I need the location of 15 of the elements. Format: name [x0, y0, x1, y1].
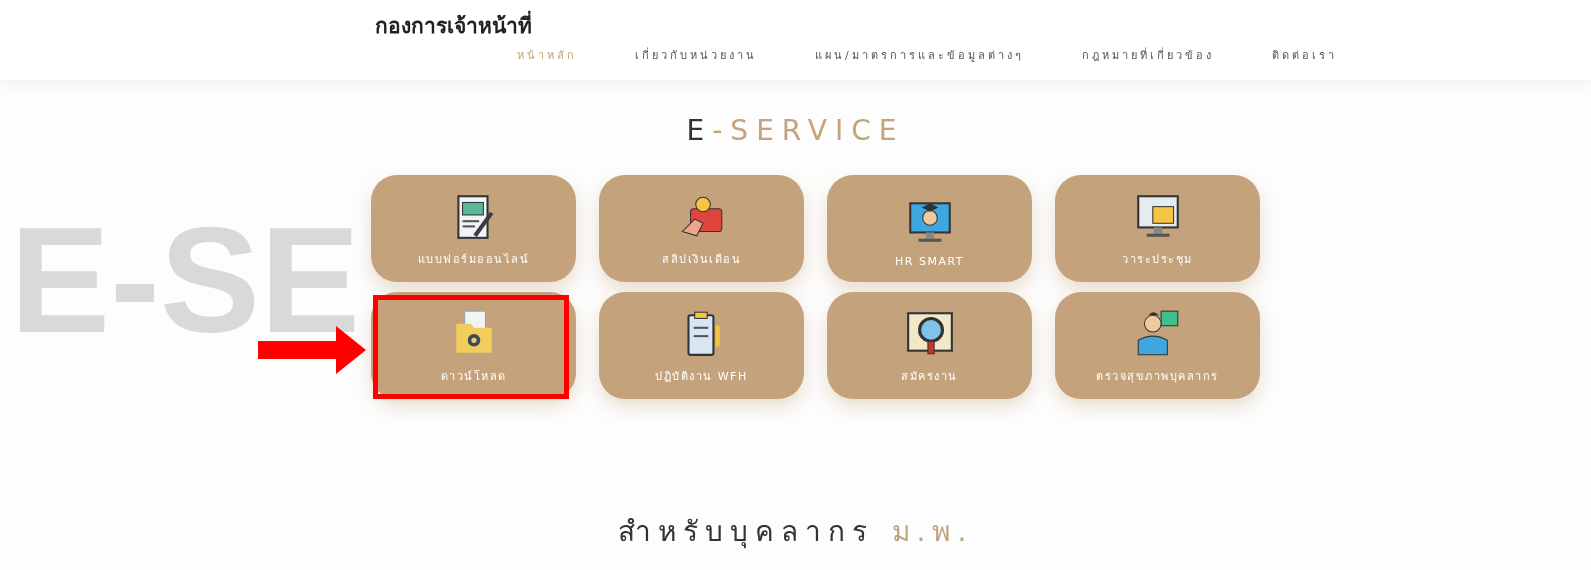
- service-tile[interactable]: ตรวจสุขภาพบุคลากร: [1055, 292, 1260, 399]
- nav-link[interactable]: หน้าหลัก: [517, 46, 577, 64]
- service-tile[interactable]: สมัครงาน: [827, 292, 1032, 399]
- site-title: กองการเจ้าหน้าที่: [375, 12, 1591, 40]
- nav-link[interactable]: ติดต่อเรา: [1271, 46, 1337, 64]
- service-tile[interactable]: แบบฟอร์มออนไลน์: [371, 175, 576, 282]
- nav-link[interactable]: แผน/มาตรการและข้อมูลต่างๆ: [815, 46, 1024, 64]
- service-tile[interactable]: ปฏิบัติงาน WFH: [599, 292, 804, 399]
- nav-link[interactable]: เกี่ยวกับหน่วยงาน: [635, 46, 757, 64]
- service-tile[interactable]: HR SMART: [827, 175, 1032, 282]
- service-tile[interactable]: วาระประชุม: [1055, 175, 1260, 282]
- service-tile[interactable]: สลิปเงินเดือน: [599, 175, 804, 282]
- nav-link[interactable]: กฎหมายที่เกี่ยวข้อง: [1081, 46, 1214, 64]
- section-heading: E-SERVICE: [685, 114, 906, 147]
- section-heading: สำหรับบุคลากร ม.พ.: [616, 514, 975, 551]
